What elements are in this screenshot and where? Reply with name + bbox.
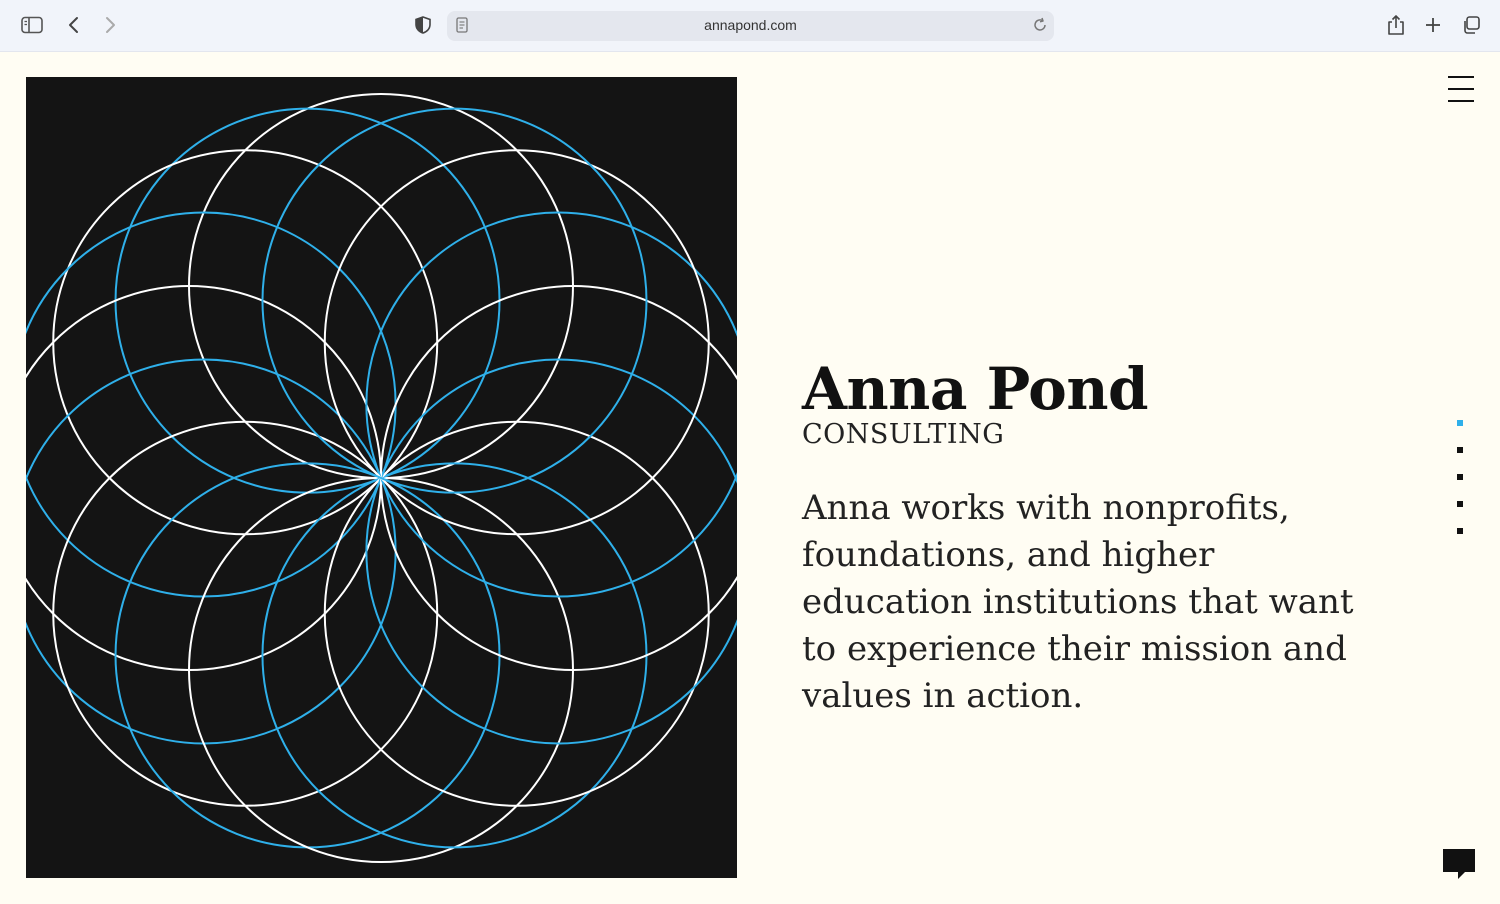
rosette-circle — [380, 285, 737, 671]
plus-icon[interactable] — [1420, 12, 1446, 38]
section-nav-dot[interactable] — [1457, 474, 1463, 480]
page-title: Anna Pond — [802, 355, 1149, 423]
url-text: annapond.com — [704, 17, 797, 33]
section-nav-dot[interactable] — [1457, 501, 1463, 507]
browser-toolbar: annapond.com — [0, 0, 1500, 52]
rosette-circle — [26, 285, 382, 671]
hero-artwork — [26, 77, 737, 878]
hero-description: Anna works with nonprofits, foundations,… — [802, 488, 1354, 716]
shield-icon[interactable] — [410, 12, 436, 38]
reload-icon[interactable] — [1031, 16, 1049, 38]
rosette-circle — [188, 93, 574, 479]
chevron-right-icon[interactable] — [97, 12, 123, 38]
section-nav-dot[interactable] — [1457, 447, 1463, 453]
page-subtitle: CONSULTING — [802, 419, 1005, 450]
tabs-icon[interactable] — [1458, 12, 1484, 38]
address-bar[interactable]: annapond.com — [447, 11, 1054, 41]
rosette-pattern — [26, 93, 737, 863]
chevron-left-icon[interactable] — [61, 12, 87, 38]
rosette-circle — [188, 477, 574, 863]
hero-heading: Anna Pond CONSULTING — [802, 356, 1362, 452]
section-nav-dot[interactable] — [1457, 420, 1463, 426]
section-nav-dot[interactable] — [1457, 528, 1463, 534]
chat-icon[interactable] — [1442, 848, 1476, 880]
share-icon[interactable] — [1383, 12, 1409, 38]
sidebar-icon[interactable] — [19, 12, 45, 38]
hamburger-icon[interactable] — [1446, 75, 1476, 103]
